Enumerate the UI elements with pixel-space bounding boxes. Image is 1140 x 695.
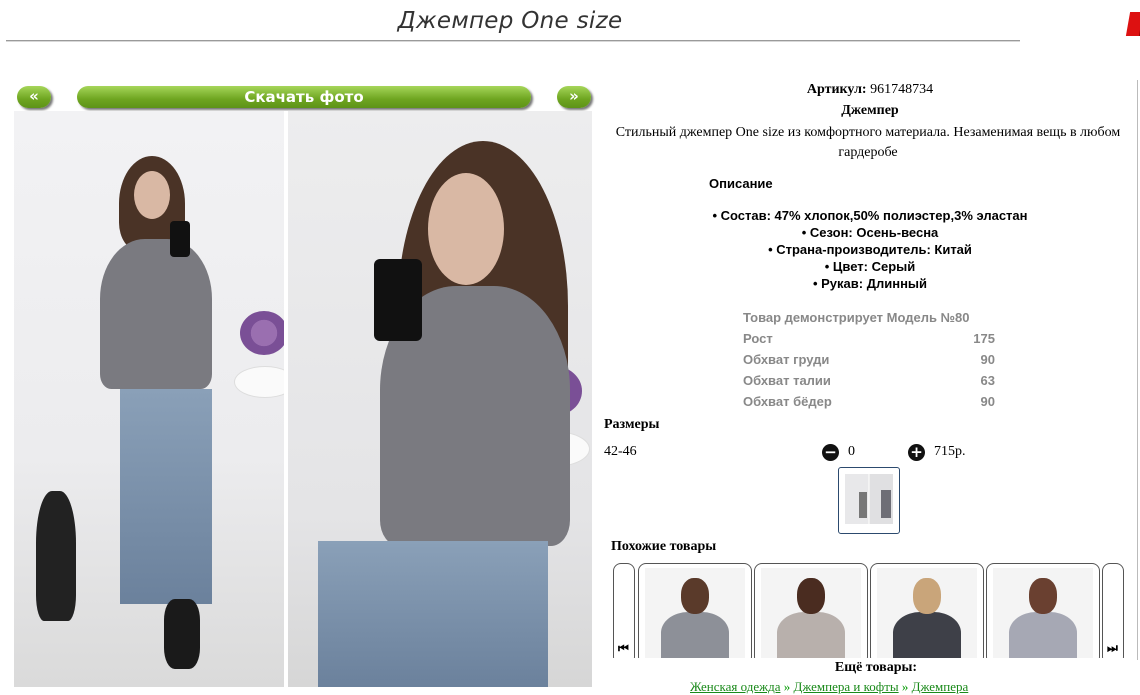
photo-right-half: [288, 111, 592, 687]
feature-item: • Сезон: Осень-весна: [801, 225, 939, 240]
photo-left-half: [14, 111, 296, 687]
similar-item[interactable]: [870, 563, 984, 665]
similar-item-head: [681, 578, 709, 614]
model-row: Товар демонстрирует Модель №80: [743, 307, 995, 328]
model-row-label: Обхват бёдер: [743, 394, 832, 409]
model-jeans: [318, 541, 548, 687]
article-line: Артикул: 961748734: [600, 82, 1140, 98]
feature-item: • Страна-производитель: Китай: [768, 242, 972, 257]
thumbnail-figure: [881, 490, 891, 518]
similar-item-head: [913, 578, 941, 614]
similar-item-sweater: [777, 612, 845, 664]
model-row-value: 175: [973, 331, 995, 346]
article-label: Артикул:: [806, 82, 867, 97]
product-name: Джемпер: [841, 103, 899, 118]
scrollbar-track[interactable]: [1137, 80, 1138, 660]
thumbnail-image: [845, 474, 893, 524]
model-row: Обхват груди 90: [743, 349, 995, 370]
model-phone: [374, 259, 422, 341]
description-heading: Описание: [709, 176, 773, 191]
next-photo-button[interactable]: »: [557, 86, 591, 108]
cart-icon[interactable]: [1125, 12, 1140, 36]
skip-back-icon: ⏮: [618, 641, 629, 655]
prev-photo-button[interactable]: «: [17, 86, 51, 108]
price-value: 715р.: [934, 444, 966, 459]
article-value: 961748734: [870, 82, 934, 97]
similar-item[interactable]: [754, 563, 868, 665]
quantity-value: 0: [848, 444, 855, 459]
model-face: [428, 173, 504, 285]
minus-circle-icon[interactable]: −: [822, 444, 839, 461]
similar-heading: Похожие товары: [611, 539, 717, 554]
similar-item[interactable]: [638, 563, 752, 665]
thumbnail-figure: [859, 492, 867, 518]
photo-thumbnail[interactable]: [838, 467, 900, 534]
model-row-value: 63: [980, 373, 995, 388]
carousel-next-button[interactable]: ⏭: [1102, 563, 1124, 665]
similar-item[interactable]: [986, 563, 1100, 665]
title-divider: [6, 40, 1020, 42]
product-photo: [14, 111, 592, 687]
sizes-heading: Размеры: [604, 417, 660, 432]
model-phone: [170, 221, 190, 257]
product-description: Стильный джемпер One size из комфортного…: [615, 125, 1121, 160]
model-sweater: [100, 239, 212, 389]
model-row-label: Обхват талии: [743, 373, 831, 388]
plus-circle-icon[interactable]: +: [908, 444, 925, 461]
similar-item-head: [797, 578, 825, 614]
vase: [36, 491, 76, 621]
model-face: [134, 171, 170, 219]
model-row-label: Товар демонстрирует Модель №80: [743, 310, 970, 325]
model-row-value: 90: [980, 352, 995, 367]
size-label: 42-46: [604, 444, 637, 459]
flowers: [240, 311, 288, 355]
similar-item-head: [1029, 578, 1057, 614]
model-row: Обхват бёдер 90: [743, 391, 995, 412]
size-row: 42-46 − 0 + 715р.: [604, 444, 1004, 462]
similar-item-sweater: [893, 612, 961, 664]
page-title: Джемпер One size: [397, 8, 623, 34]
feature-list: • Состав: 47% хлопок,50% полиэстер,3% эл…: [600, 207, 1140, 292]
category-breadcrumb: Женская одежда » Джемпера и кофты » Джем…: [690, 679, 968, 695]
feature-item: • Состав: 47% хлопок,50% полиэстер,3% эл…: [712, 208, 1028, 223]
model-row: Обхват талии 63: [743, 370, 995, 391]
more-products-heading: Ещё товары:: [834, 660, 918, 675]
model-row-value: 90: [980, 394, 995, 409]
carousel-prev-button[interactable]: ⏮: [613, 563, 635, 665]
similar-item-sweater: [1009, 612, 1077, 664]
similar-item-sweater: [661, 612, 729, 664]
model-row-label: Рост: [743, 331, 773, 346]
model-row-label: Обхват груди: [743, 352, 830, 367]
model-boots: [164, 599, 200, 669]
model-measurements: Товар демонстрирует Модель №80 Рост 175 О…: [743, 307, 995, 412]
download-photo-button[interactable]: Скачать фото: [77, 86, 531, 108]
skip-forward-icon: ⏭: [1107, 641, 1118, 655]
feature-item: • Рукав: Длинный: [812, 276, 928, 291]
model-row: Рост 175: [743, 328, 995, 349]
model-jeans: [120, 389, 212, 604]
feature-item: • Цвет: Серый: [824, 259, 916, 274]
